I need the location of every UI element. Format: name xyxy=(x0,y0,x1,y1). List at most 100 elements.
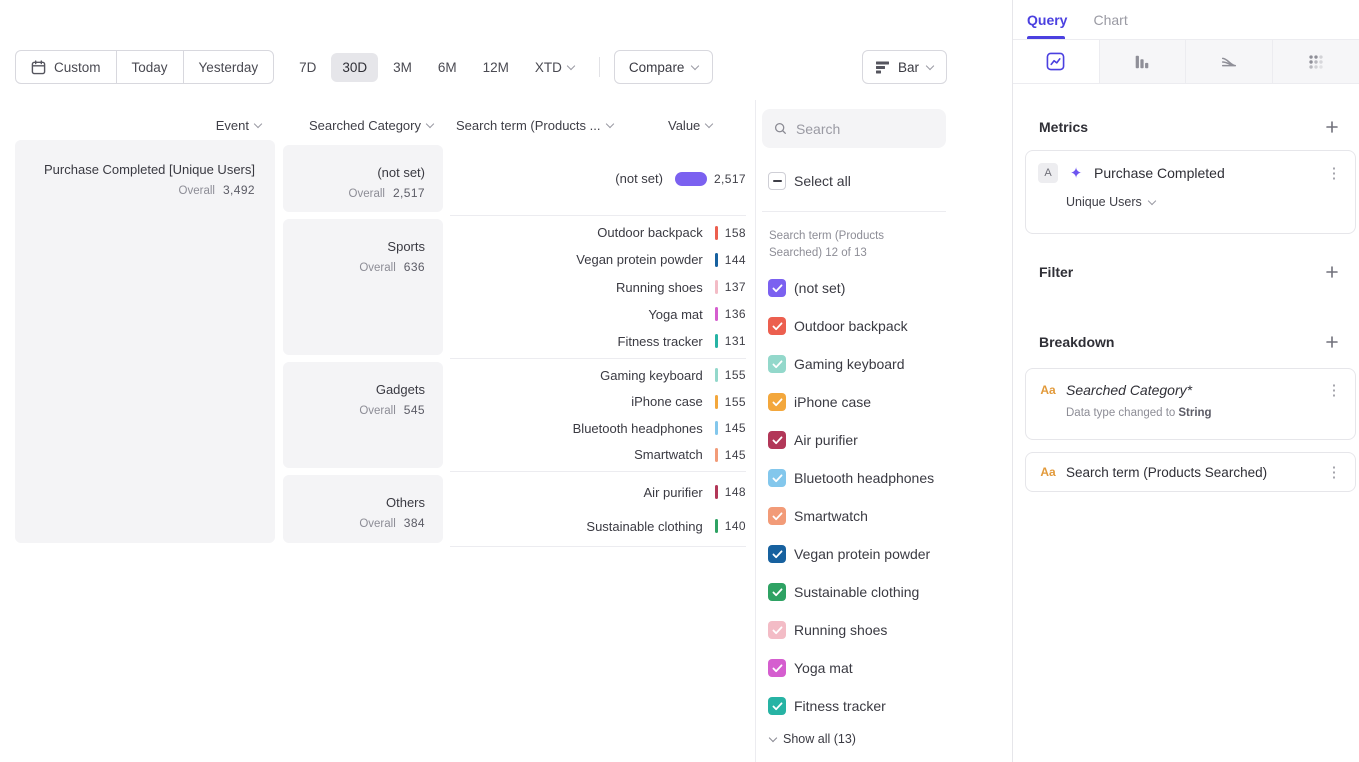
kebab-menu-icon[interactable]: ⋮ xyxy=(1325,463,1343,481)
check-icon xyxy=(772,436,783,445)
date-range-toolbar: Custom Today Yesterday 7D 30D 3M 6M 12M … xyxy=(15,50,713,84)
filter-item[interactable]: Air purifier xyxy=(768,421,934,459)
range-6m-button[interactable]: 6M xyxy=(427,53,468,82)
kebab-menu-icon[interactable]: ⋮ xyxy=(1325,164,1343,182)
term-row[interactable]: Vegan protein powder 144 xyxy=(450,246,746,273)
column-header-searched-category[interactable]: Searched Category xyxy=(283,116,433,134)
range-12m-button[interactable]: 12M xyxy=(472,53,520,82)
tab-insights[interactable] xyxy=(1013,40,1100,83)
category-name: Gadgets xyxy=(283,382,425,397)
category-cell[interactable]: (not set) Overall2,517 xyxy=(283,145,443,212)
range-30d-button[interactable]: 30D xyxy=(331,53,378,82)
term-row[interactable]: Smartwatch 145 xyxy=(450,442,746,469)
checked-checkbox[interactable] xyxy=(768,621,786,639)
range-7d-button[interactable]: 7D xyxy=(288,53,327,82)
term-row[interactable]: Air purifier 148 xyxy=(450,475,746,509)
tab-chart[interactable]: Chart xyxy=(1093,12,1127,28)
analysis-type-tabs xyxy=(1013,40,1359,84)
checked-checkbox[interactable] xyxy=(768,507,786,525)
filter-item-label: Yoga mat xyxy=(794,660,853,676)
data-type-note: Data type changed toString xyxy=(1066,407,1343,419)
filter-item[interactable]: Gaming keyboard xyxy=(768,345,934,383)
custom-date-button[interactable]: Custom xyxy=(16,51,116,83)
note-prefix: Data type changed to xyxy=(1066,407,1175,419)
checked-checkbox[interactable] xyxy=(768,697,786,715)
add-breakdown-button[interactable] xyxy=(1321,331,1343,353)
compare-button[interactable]: Compare xyxy=(614,50,714,84)
check-icon xyxy=(772,398,783,407)
category-cell[interactable]: Gadgets Overall545 xyxy=(283,362,443,468)
value-bar xyxy=(715,485,718,499)
select-all-checkbox[interactable] xyxy=(768,172,786,190)
measure-dropdown[interactable]: Unique Users xyxy=(1066,195,1343,209)
measure-label: Unique Users xyxy=(1066,195,1142,209)
toolbar-divider xyxy=(599,57,600,77)
checked-checkbox[interactable] xyxy=(768,355,786,373)
column-header-search-term[interactable]: Search term (Products ... xyxy=(456,116,613,134)
range-3m-button[interactable]: 3M xyxy=(382,53,423,82)
search-input[interactable] xyxy=(796,121,934,137)
filter-item[interactable]: (not set) xyxy=(768,269,934,307)
chart-type-select[interactable]: Bar xyxy=(862,50,947,84)
tab-query[interactable]: Query xyxy=(1027,12,1067,28)
checked-checkbox[interactable] xyxy=(768,317,786,335)
add-metric-button[interactable] xyxy=(1321,116,1343,138)
checked-checkbox[interactable] xyxy=(768,279,786,297)
tab-funnels[interactable] xyxy=(1100,40,1187,83)
filter-item[interactable]: Yoga mat xyxy=(768,649,934,687)
breakdown-property-name[interactable]: Search term (Products Searched) xyxy=(1066,465,1267,480)
add-filter-button[interactable] xyxy=(1321,261,1343,283)
term-row[interactable]: Gaming keyboard 155 xyxy=(450,362,746,389)
column-header-event[interactable]: Event xyxy=(15,116,261,134)
overall-label: Overall xyxy=(359,518,395,530)
checked-checkbox[interactable] xyxy=(768,469,786,487)
filter-item[interactable]: Sustainable clothing xyxy=(768,573,934,611)
checked-checkbox[interactable] xyxy=(768,393,786,411)
overall-value: 2,517 xyxy=(393,186,425,200)
checked-checkbox[interactable] xyxy=(768,431,786,449)
category-overall: Overall2,517 xyxy=(283,186,425,200)
kebab-menu-icon[interactable]: ⋮ xyxy=(1325,381,1343,399)
term-row[interactable]: Sustainable clothing 140 xyxy=(450,509,746,543)
tab-retention[interactable] xyxy=(1273,40,1359,83)
funnel-bars-icon xyxy=(1133,53,1151,71)
filter-item[interactable]: Fitness tracker xyxy=(768,687,934,725)
overall-value: 384 xyxy=(404,516,425,530)
overall-label: Overall xyxy=(179,185,215,197)
term-row[interactable]: Running shoes 137 xyxy=(450,273,746,300)
breakdown-property-name[interactable]: Searched Category* xyxy=(1066,382,1192,398)
metrics-heading: Metrics xyxy=(1039,119,1088,135)
filter-item[interactable]: Running shoes xyxy=(768,611,934,649)
flows-icon xyxy=(1220,53,1238,71)
show-all-link[interactable]: Show all (13) xyxy=(770,732,856,746)
metric-event-name[interactable]: Purchase Completed xyxy=(1094,165,1225,181)
checked-checkbox[interactable] xyxy=(768,583,786,601)
term-label: Outdoor backpack xyxy=(450,225,715,240)
column-header-value[interactable]: Value xyxy=(668,116,712,134)
value-bar xyxy=(715,519,718,533)
term-row[interactable]: Fitness tracker 131 xyxy=(450,328,746,355)
filter-item[interactable]: iPhone case xyxy=(768,383,934,421)
checked-checkbox[interactable] xyxy=(768,659,786,677)
filter-item[interactable]: Smartwatch xyxy=(768,497,934,535)
checked-checkbox[interactable] xyxy=(768,545,786,563)
group-divider xyxy=(450,355,746,362)
filter-item[interactable]: Outdoor backpack xyxy=(768,307,934,345)
term-row[interactable]: Yoga mat 136 xyxy=(450,301,746,328)
filter-item[interactable]: Vegan protein powder xyxy=(768,535,934,573)
select-all-row[interactable]: Select all xyxy=(768,172,851,190)
check-icon xyxy=(772,360,783,369)
tab-flows[interactable] xyxy=(1186,40,1273,83)
category-cell[interactable]: Others Overall384 xyxy=(283,475,443,543)
category-cell[interactable]: Sports Overall636 xyxy=(283,219,443,355)
search-term-column: (not set) 2,517 Outdoor backpack 158 Veg… xyxy=(450,145,746,550)
term-value: 158 xyxy=(725,226,746,240)
filter-item[interactable]: Bluetooth headphones xyxy=(768,459,934,497)
today-button[interactable]: Today xyxy=(116,51,183,83)
range-xtd-button[interactable]: XTD xyxy=(524,53,585,82)
term-row[interactable]: iPhone case 155 xyxy=(450,389,746,416)
term-row[interactable]: (not set) 2,517 xyxy=(450,145,746,212)
term-row[interactable]: Outdoor backpack 158 xyxy=(450,219,746,246)
yesterday-button[interactable]: Yesterday xyxy=(183,51,274,83)
term-row[interactable]: Bluetooth headphones 145 xyxy=(450,415,746,442)
